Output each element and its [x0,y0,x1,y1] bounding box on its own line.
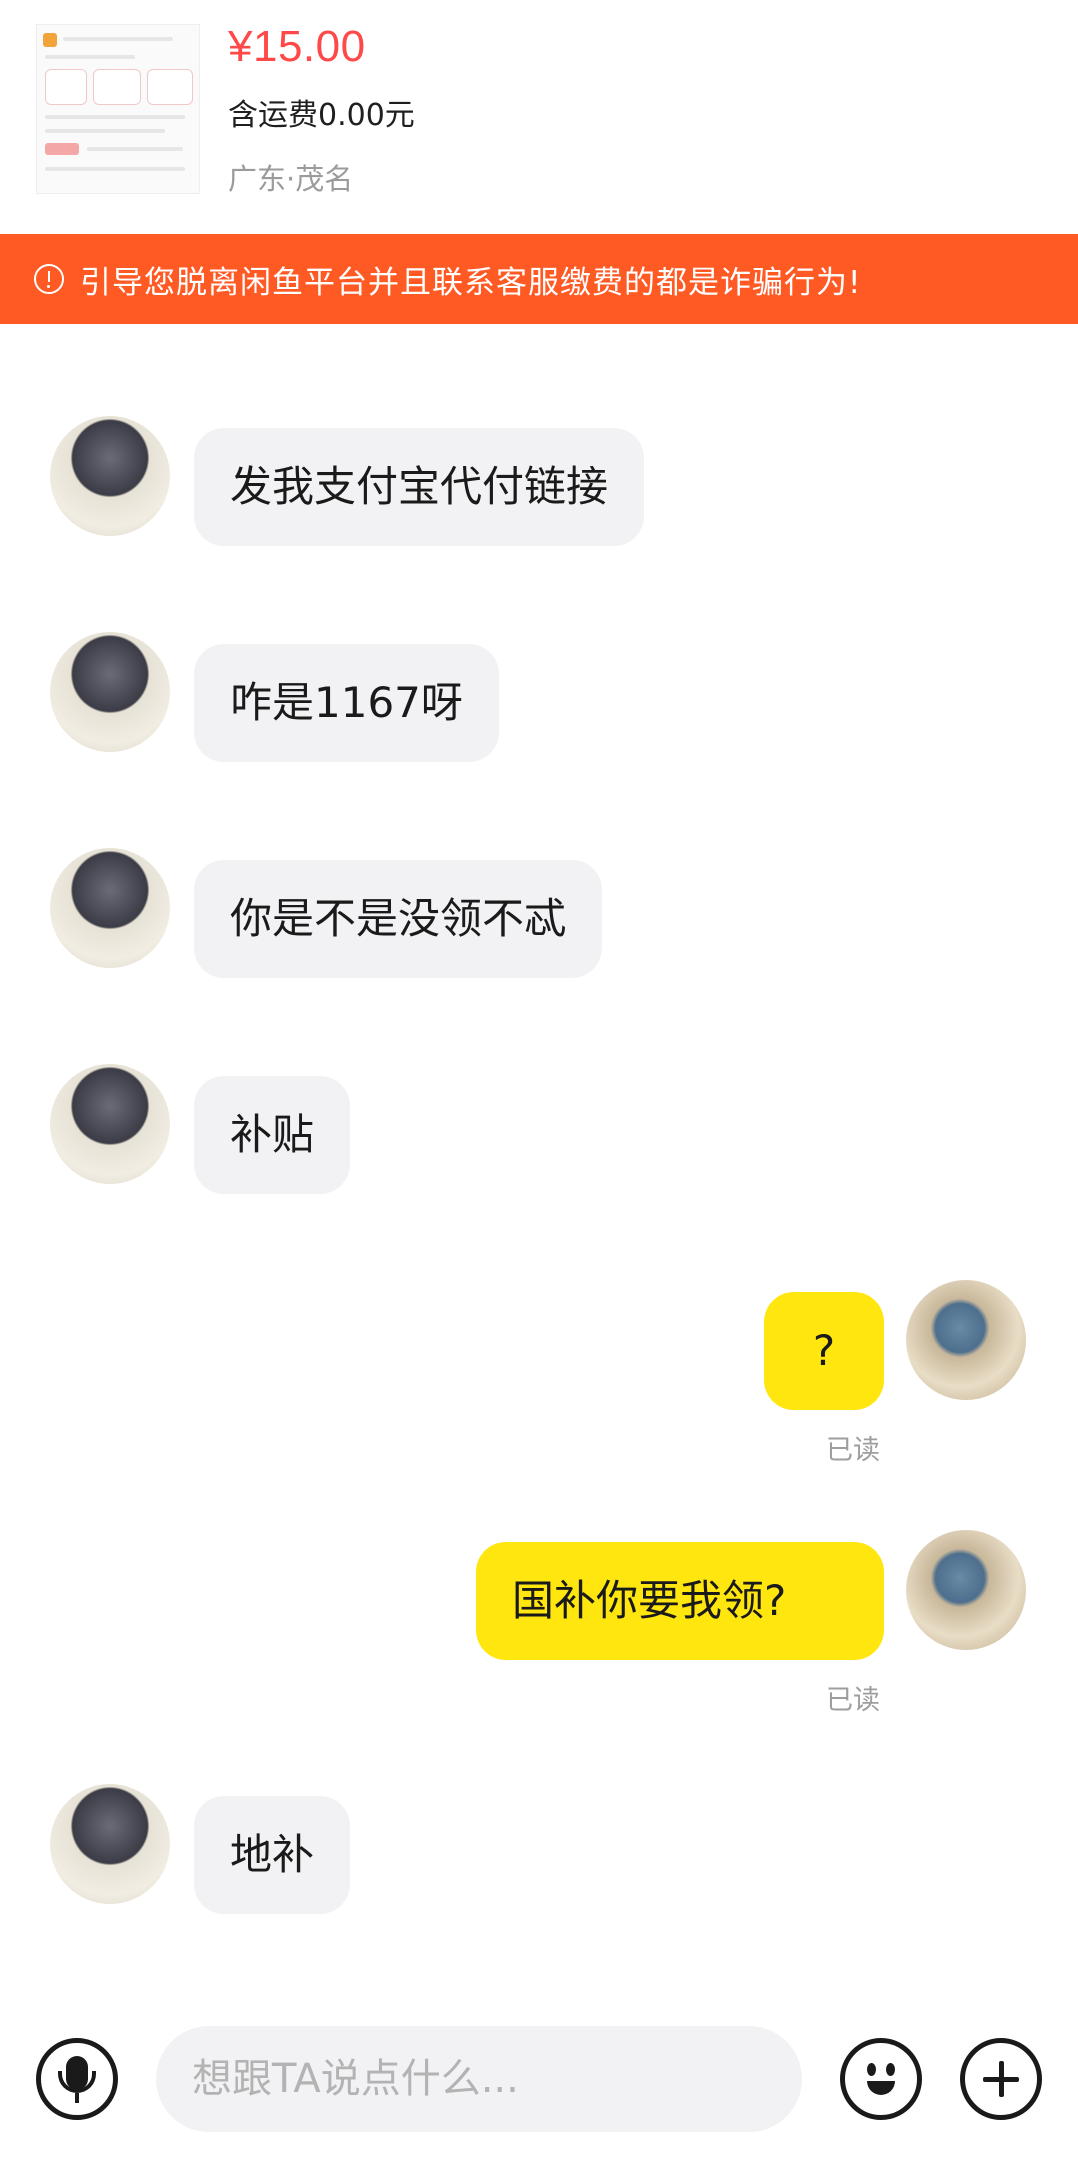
product-card[interactable]: ¥15.00 含运费0.00元 广东·茂名 [0,0,1078,234]
voice-input-button[interactable] [36,2038,118,2120]
message-bubble-received[interactable]: 发我支付宝代付链接 [194,428,645,546]
chat-input-bar [0,2004,1078,2166]
message-input[interactable] [156,2026,802,2132]
thumbnail-line [45,115,185,119]
thumbnail-pink-tag [45,143,79,155]
contact-avatar[interactable] [50,848,170,968]
my-avatar[interactable] [906,1530,1026,1650]
my-avatar[interactable] [906,1280,1026,1400]
thumbnail-line [45,129,165,133]
read-status: 已读 [826,1435,880,1466]
fraud-warning-banner: 引导您脱离闲鱼平台并且联系客服缴费的都是诈骗行为! [0,234,1078,324]
contact-avatar[interactable] [50,1064,170,1184]
shipping-fee: 含运费0.00元 [228,98,415,133]
message-bubble-received[interactable]: 咋是1167呀 [194,644,499,762]
thumbnail-line [87,147,183,151]
seller-location: 广东·茂名 [228,162,354,196]
message-bubble-received[interactable]: 补贴 [194,1076,351,1194]
thumbnail-line [45,167,185,171]
message-bubble-received[interactable]: 你是不是没领不忒 [194,860,603,978]
thumbnail-logo-icon [43,33,57,47]
chat-message-list[interactable]: 发我支付宝代付链接 咋是1167呀 你是不是没领不忒 补贴 ? 已读 国补你要我… [0,324,1078,2004]
product-price: ¥15.00 [228,22,366,71]
thumbnail-box [45,69,87,105]
message-bubble-sent[interactable]: ? [764,1292,884,1410]
thumbnail-box [147,69,193,105]
warning-text: 引导您脱离闲鱼平台并且联系客服缴费的都是诈骗行为! [80,264,862,301]
thumbnail-box [93,69,141,105]
read-status: 已读 [826,1685,880,1716]
message-bubble-sent[interactable]: 国补你要我领? [476,1542,884,1660]
contact-avatar[interactable] [50,632,170,752]
contact-avatar[interactable] [50,1784,170,1904]
warning-icon [34,264,64,294]
thumbnail-line [63,37,173,41]
emoji-button[interactable] [840,2038,922,2120]
more-options-button[interactable] [960,2038,1042,2120]
thumbnail-line [45,55,135,59]
contact-avatar[interactable] [50,416,170,536]
product-thumbnail[interactable] [36,24,200,194]
message-bubble-received[interactable]: 地补 [194,1796,351,1914]
